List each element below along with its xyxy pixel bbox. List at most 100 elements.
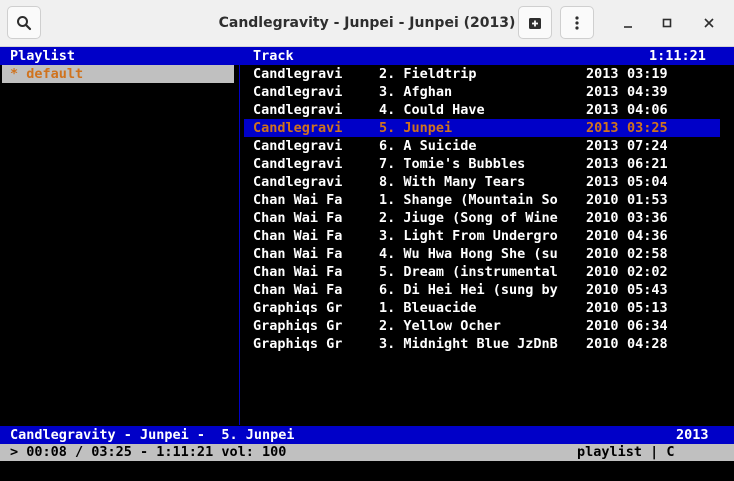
track-year: 2010 xyxy=(586,318,619,334)
track-artist: Chan Wai Fa xyxy=(253,192,343,208)
menu-button[interactable] xyxy=(560,6,594,39)
close-button[interactable] xyxy=(698,12,720,34)
track-duration: 06:34 xyxy=(627,318,668,334)
track-artist: Candlegravi xyxy=(253,156,343,172)
title-bar: Candlegravity - Junpei - Junpei (2013) xyxy=(0,0,734,47)
track-duration: 01:53 xyxy=(627,192,668,208)
track-row[interactable]: Chan Wai Fa 6. Di Hei Hei (sung by 2010 05:… xyxy=(244,281,720,299)
add-to-playlist-button[interactable] xyxy=(518,6,552,39)
track-year: 2010 xyxy=(586,246,619,262)
app-window: Candlegravity - Junpei - Junpei (2013) P… xyxy=(0,0,734,481)
track-title: 5. Junpei xyxy=(379,120,453,136)
track-year: 2013 xyxy=(586,84,619,100)
vertical-dots-icon xyxy=(575,15,579,30)
track-duration: 03:36 xyxy=(627,210,668,226)
track-title: 6. Di Hei Hei (sung by xyxy=(379,282,558,298)
track-title: 1. Shange (Mountain So xyxy=(379,192,558,208)
track-title: 2. Fieldtrip xyxy=(379,66,477,82)
track-row[interactable]: Graphiqs Gr 3. Midnight Blue JzDnB 2010 04:… xyxy=(244,335,720,353)
track-artist: Candlegravi xyxy=(253,174,343,190)
track-row[interactable]: Candlegravi 7. Tomie's Bubbles 2013 06:21 xyxy=(244,155,720,173)
view-indicator: playlist | C xyxy=(577,444,675,460)
track-header: Track xyxy=(253,48,294,64)
track-duration: 02:02 xyxy=(627,264,668,280)
track-artist: Chan Wai Fa xyxy=(253,228,343,244)
track-title: 3. Midnight Blue JzDnB xyxy=(379,336,558,352)
track-title: 1. Bleuacide xyxy=(379,300,477,316)
playlist-header: Playlist xyxy=(10,48,76,64)
now-playing-bar: Candlegravity - Junpei - 5. Junpei 2013 xyxy=(0,426,734,444)
total-time: 1:11:21 xyxy=(649,48,706,64)
playlist-item[interactable]: * default xyxy=(2,65,234,83)
track-title: 3. Light From Undergro xyxy=(379,228,558,244)
track-year: 2013 xyxy=(586,138,619,154)
track-duration: 05:43 xyxy=(627,282,668,298)
close-icon xyxy=(704,18,714,28)
track-year: 2010 xyxy=(586,192,619,208)
track-artist: Candlegravi xyxy=(253,102,343,118)
track-title: 4. Wu Hwa Hong She (su xyxy=(379,246,558,262)
track-duration: 05:13 xyxy=(627,300,668,316)
track-year: 2013 xyxy=(586,66,619,82)
track-title: 2. Yellow Ocher xyxy=(379,318,501,334)
track-year: 2010 xyxy=(586,264,619,280)
minimize-button[interactable] xyxy=(617,12,639,34)
track-year: 2010 xyxy=(586,300,619,316)
track-row[interactable]: Candlegravi 6. A Suicide 2013 07:24 xyxy=(244,137,720,155)
minimize-icon xyxy=(624,26,632,28)
track-title: 7. Tomie's Bubbles xyxy=(379,156,526,172)
track-row[interactable]: Candlegravi 4. Could Have 2013 04:06 xyxy=(244,101,720,119)
track-title: 5. Dream (instrumental xyxy=(379,264,558,280)
track-artist: Chan Wai Fa xyxy=(253,264,343,280)
track-artist: Candlegravi xyxy=(253,66,343,82)
track-duration: 04:28 xyxy=(627,336,668,352)
track-artist: Candlegravi xyxy=(253,138,343,154)
track-row[interactable]: Chan Wai Fa 4. Wu Hwa Hong She (su 2010 02:… xyxy=(244,245,720,263)
track-duration: 05:04 xyxy=(627,174,668,190)
track-artist: Graphiqs Gr xyxy=(253,318,343,334)
track-duration: 07:24 xyxy=(627,138,668,154)
track-duration: 04:06 xyxy=(627,102,668,118)
maximize-button[interactable] xyxy=(656,12,678,34)
track-artist: Candlegravi xyxy=(253,84,343,100)
track-duration: 04:36 xyxy=(627,228,668,244)
track-duration: 03:19 xyxy=(627,66,668,82)
track-artist: Candlegravi xyxy=(253,120,343,136)
track-title: 3. Afghan xyxy=(379,84,453,100)
track-duration: 03:25 xyxy=(627,120,668,136)
track-year: 2010 xyxy=(586,228,619,244)
track-artist: Chan Wai Fa xyxy=(253,282,343,298)
pane-divider xyxy=(239,65,240,425)
track-artist: Graphiqs Gr xyxy=(253,300,343,316)
track-year: 2010 xyxy=(586,282,619,298)
track-artist: Chan Wai Fa xyxy=(253,246,343,262)
track-year: 2010 xyxy=(586,336,619,352)
track-row[interactable]: Chan Wai Fa 5. Dream (instrumental 2010 02:… xyxy=(244,263,720,281)
track-duration: 04:39 xyxy=(627,84,668,100)
track-row[interactable]: Graphiqs Gr 1. Bleuacide 2010 05:13 xyxy=(244,299,720,317)
track-row[interactable]: Candlegravi 5. Junpei 2013 03:25 xyxy=(244,119,720,137)
track-year: 2013 xyxy=(586,102,619,118)
track-row[interactable]: Chan Wai Fa 3. Light From Undergro 2010 04:… xyxy=(244,227,720,245)
terminal-area: Playlist Track 1:11:21 * default Candleg… xyxy=(0,47,734,481)
track-artist: Chan Wai Fa xyxy=(253,210,343,226)
track-row[interactable]: Candlegravi 2. Fieldtrip 2013 03:19 xyxy=(244,65,720,83)
maximize-icon xyxy=(662,18,672,28)
track-row[interactable]: Chan Wai Fa 1. Shange (Mountain So 2010 01:… xyxy=(244,191,720,209)
track-row[interactable]: Candlegravi 3. Afghan 2013 04:39 xyxy=(244,83,720,101)
playlist-add-icon xyxy=(529,17,541,29)
track-title: 2. Jiuge (Song of Wine xyxy=(379,210,558,226)
status-bar: > 00:08 / 03:25 - 1:11:21 vol: 100 playl… xyxy=(0,444,734,461)
track-title: 8. With Many Tears xyxy=(379,174,526,190)
track-row[interactable]: Candlegravi 8. With Many Tears 2013 05:04 xyxy=(244,173,720,191)
track-year: 2013 xyxy=(586,156,619,172)
track-row[interactable]: Chan Wai Fa 2. Jiuge (Song of Wine 2010 03:… xyxy=(244,209,720,227)
track-duration: 02:58 xyxy=(627,246,668,262)
now-playing-text: Candlegravity - Junpei - 5. Junpei xyxy=(10,427,295,443)
track-duration: 06:21 xyxy=(627,156,668,172)
header-row: Playlist Track 1:11:21 xyxy=(0,47,734,65)
now-playing-year: 2013 xyxy=(676,427,709,443)
track-year: 2010 xyxy=(586,210,619,226)
track-row[interactable]: Graphiqs Gr 2. Yellow Ocher 2010 06:34 xyxy=(244,317,720,335)
track-year: 2013 xyxy=(586,120,619,136)
